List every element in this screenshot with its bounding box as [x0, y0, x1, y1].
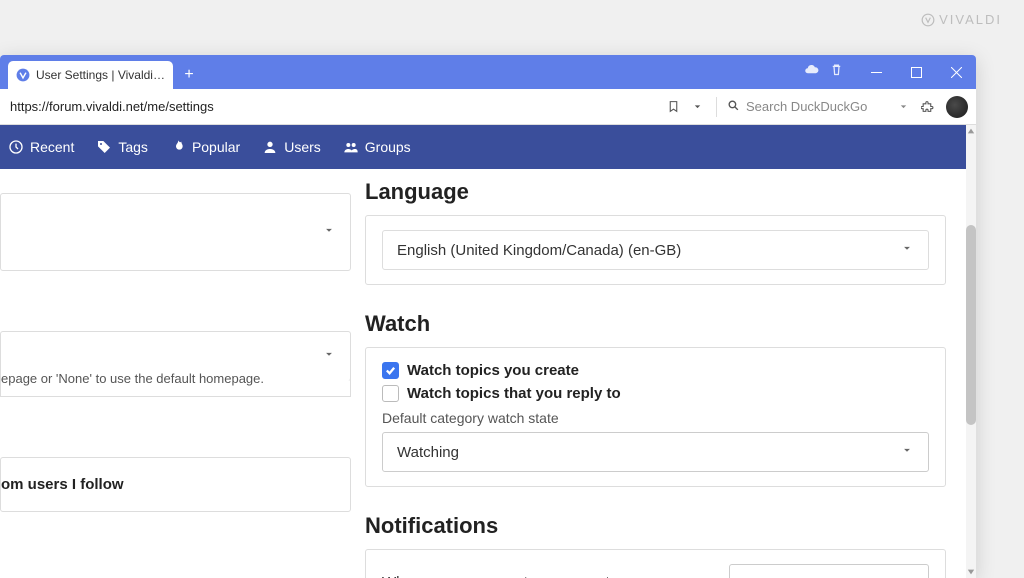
watch-create-checkbox[interactable] — [382, 362, 399, 379]
chevron-down-icon — [322, 347, 336, 366]
language-select[interactable]: English (United Kingdom/Canada) (en-GB) — [382, 230, 929, 270]
watch-create-checkbox-row: Watch topics you create — [382, 362, 929, 379]
chevron-down-icon — [900, 443, 914, 461]
bookmark-icon[interactable] — [664, 100, 682, 113]
active-tab[interactable]: User Settings | Vivaldi Forum — [8, 61, 173, 89]
search-engine-box[interactable]: Search DuckDuckGo — [727, 99, 912, 115]
upvote-notif-select[interactable]: Notification Only — [729, 564, 929, 578]
page-viewport: Recent Tags Popular Users Groups — [0, 125, 966, 578]
new-tab-button[interactable]: + — [177, 63, 201, 87]
browser-window: User Settings | Vivaldi Forum + https://… — [0, 55, 976, 578]
upvote-notif-row: When someone upvotes your post Notificat… — [382, 564, 929, 578]
separator — [716, 97, 717, 117]
watch-create-label: Watch topics you create — [407, 362, 579, 379]
watermark-text: VIVALDI — [939, 12, 1002, 27]
language-heading: Language — [365, 179, 946, 205]
watch-reply-checkbox[interactable] — [382, 385, 399, 402]
scroll-up-button[interactable] — [966, 125, 976, 137]
fire-icon — [170, 139, 186, 155]
cloud-icon[interactable] — [804, 62, 819, 82]
minimize-button[interactable] — [856, 55, 896, 89]
tab-title: User Settings | Vivaldi Forum — [36, 68, 165, 82]
chevron-down-icon — [900, 241, 914, 259]
default-watch-value: Watching — [397, 444, 459, 461]
user-icon — [262, 139, 278, 155]
follow-users-option[interactable]: om users I follow — [0, 457, 351, 512]
default-watch-select[interactable]: Watching — [382, 432, 929, 472]
watch-heading: Watch — [365, 311, 946, 337]
chevron-down-icon — [322, 223, 336, 242]
scroll-down-button[interactable] — [966, 566, 976, 578]
upvote-notif-value: Notification Only — [742, 575, 844, 578]
nav-users[interactable]: Users — [262, 139, 321, 155]
vertical-scrollbar — [966, 125, 976, 578]
tag-icon — [96, 139, 112, 155]
chevron-down-icon — [894, 100, 912, 113]
nav-popular[interactable]: Popular — [170, 139, 240, 155]
chevron-down-icon[interactable] — [688, 100, 706, 113]
homepage-help-text: epage or 'None' to use the default homep… — [0, 361, 351, 397]
notifications-card: When someone upvotes your post Notificat… — [365, 549, 946, 578]
clock-icon — [8, 139, 24, 155]
left-column: epage or 'None' to use the default homep… — [0, 169, 365, 578]
notifications-heading: Notifications — [365, 513, 946, 539]
upvote-notif-label: When someone upvotes your post — [382, 574, 610, 578]
users-icon — [343, 139, 359, 155]
watch-reply-checkbox-row: Watch topics that you reply to — [382, 385, 929, 402]
maximize-button[interactable] — [896, 55, 936, 89]
watch-reply-label: Watch topics that you reply to — [407, 385, 621, 402]
close-button[interactable] — [936, 55, 976, 89]
scrollbar-thumb[interactable] — [966, 225, 976, 425]
nav-groups[interactable]: Groups — [343, 139, 411, 155]
left-select-1[interactable] — [0, 193, 351, 271]
url-field[interactable]: https://forum.vivaldi.net/me/settings — [8, 99, 658, 114]
trash-icon[interactable] — [829, 62, 844, 82]
right-column: Language English (United Kingdom/Canada)… — [365, 169, 966, 578]
forum-topnav: Recent Tags Popular Users Groups — [0, 125, 966, 169]
nav-recent[interactable]: Recent — [8, 139, 74, 155]
language-value: English (United Kingdom/Canada) (en-GB) — [397, 242, 681, 259]
vivaldi-watermark: VIVALDI — [921, 12, 1002, 27]
language-card: English (United Kingdom/Canada) (en-GB) — [365, 215, 946, 285]
tab-strip: User Settings | Vivaldi Forum + — [0, 55, 976, 89]
search-placeholder: Search DuckDuckGo — [746, 99, 867, 114]
extensions-icon[interactable] — [918, 100, 936, 113]
nav-tags[interactable]: Tags — [96, 139, 148, 155]
watch-card: Watch topics you create Watch topics tha… — [365, 347, 946, 487]
window-controls — [804, 55, 976, 89]
search-icon — [727, 99, 740, 115]
chevron-down-icon — [902, 574, 916, 578]
vivaldi-favicon-icon — [16, 68, 30, 82]
settings-content: epage or 'None' to use the default homep… — [0, 169, 966, 578]
default-watch-label: Default category watch state — [382, 410, 929, 426]
address-bar: https://forum.vivaldi.net/me/settings Se… — [0, 89, 976, 125]
profile-avatar[interactable] — [946, 96, 968, 118]
